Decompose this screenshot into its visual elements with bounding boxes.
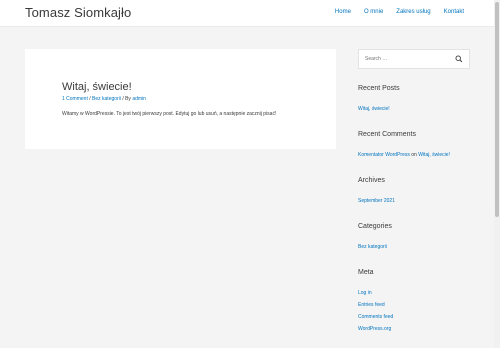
search-placeholder: Search … <box>365 56 388 62</box>
post-title[interactable]: Witaj, świecie! <box>62 81 132 93</box>
post-meta: 1 Comment / Bez kategorii / By admin <box>62 96 146 102</box>
categories-title: Categories <box>358 223 392 230</box>
category-link[interactable]: Bez kategorii <box>358 244 387 250</box>
comment-on-text: on <box>411 152 417 158</box>
recent-comment-item: Komentator WordPress on Witaj, świecie! <box>358 152 450 158</box>
recent-posts-title: Recent Posts <box>358 85 400 92</box>
post-author-link[interactable]: admin <box>132 96 146 102</box>
meta-wordpress-link[interactable]: WordPress.org <box>358 326 391 332</box>
archive-link[interactable]: September 2021 <box>358 198 395 204</box>
search-input[interactable]: Search … <box>358 49 470 69</box>
meta-login-link[interactable]: Log in <box>358 290 372 296</box>
nav-item-about[interactable]: O mnie <box>364 9 383 15</box>
post-card: Witaj, świecie! 1 Comment / Bez kategori… <box>25 49 336 149</box>
meta-title: Meta <box>358 269 374 276</box>
nav-item-services[interactable]: Zakres usług <box>396 9 430 15</box>
meta-comments-feed-link[interactable]: Comments feed <box>358 314 393 320</box>
page-scrollbar[interactable] <box>494 0 500 348</box>
nav-item-contact[interactable]: Kontakt <box>444 9 464 15</box>
recent-post-link[interactable]: Witaj, świecie! <box>358 106 390 112</box>
search-icon[interactable] <box>455 55 463 63</box>
site-header: Tomasz Siomkajło Home O mnie Zakres usłu… <box>0 0 494 27</box>
meta-entries-feed-link[interactable]: Entries feed <box>358 302 385 308</box>
post-comments-link[interactable]: 1 Comment <box>62 96 88 102</box>
site-title[interactable]: Tomasz Siomkajło <box>25 5 131 20</box>
post-category-link[interactable]: Bez kategorii <box>92 96 121 102</box>
post-excerpt: Witamy w WordPressie. To jest twój pierw… <box>62 111 277 117</box>
recent-comments-title: Recent Comments <box>358 131 416 138</box>
comment-author-link[interactable]: Komentator WordPress <box>358 152 410 158</box>
main-nav: Home O mnie Zakres usług Kontakt <box>322 9 464 15</box>
archives-title: Archives <box>358 177 385 184</box>
nav-item-home[interactable]: Home <box>335 9 351 15</box>
comment-post-link[interactable]: Witaj, świecie! <box>418 152 450 158</box>
post-author-prefix: By <box>125 96 131 102</box>
scrollbar-thumb[interactable] <box>495 2 499 217</box>
